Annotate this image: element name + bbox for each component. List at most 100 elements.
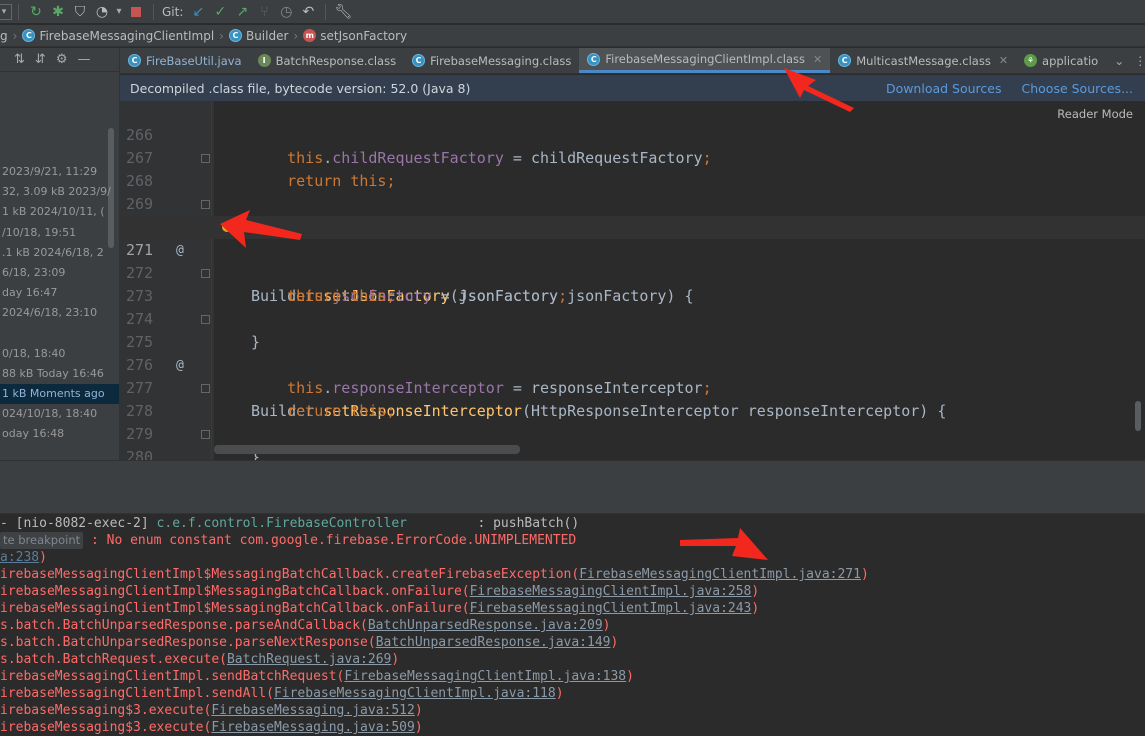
stack-frame-text: s.batch.BatchRequest.execute( [0, 652, 227, 667]
list-item[interactable]: 0/18, 18:40 [0, 344, 119, 364]
create-breakpoint-chip[interactable]: te breakpoint [0, 532, 84, 549]
download-sources-link[interactable]: Download Sources [886, 81, 1002, 96]
more-run-chevron-icon[interactable]: ▾ [113, 1, 125, 23]
project-panel-toolbar: ⇅ ⇵ ⚙ — [0, 48, 119, 72]
stack-frame-text: irebaseMessaging$3.execute( [0, 720, 212, 735]
fold-marker-icon[interactable] [201, 430, 210, 439]
toolbar-divider [325, 3, 327, 20]
decompiled-banner: Decompiled .class file, bytecode version… [120, 75, 1145, 101]
more-icon[interactable]: ⋮ [1134, 54, 1145, 68]
error-message: : No enum constant com.google.firebase.E… [83, 533, 577, 548]
list-item[interactable]: /10/18, 19:51 [0, 223, 119, 243]
list-item-selected[interactable]: 1 kB Moments ago [0, 384, 119, 405]
breadcrumb-separator: › [219, 28, 224, 43]
git-history-icon[interactable]: ◷ [275, 1, 297, 23]
stacktrace-link[interactable]: a:238 [0, 550, 39, 565]
code-line[interactable]: 269 [120, 170, 1145, 213]
stacktrace-link[interactable]: BatchUnparsedResponse.java:149 [376, 635, 611, 650]
code-line[interactable]: 280 @ FirebaseMessagingClientImpl build(… [120, 423, 1145, 460]
profile-icon[interactable]: ◔ [91, 1, 113, 23]
breadcrumb-item-package[interactable]: g [0, 29, 8, 43]
code-editor[interactable]: 266 this.childRequestFactory = childRequ… [120, 101, 1145, 460]
code-line[interactable]: 273 } [120, 262, 1145, 351]
breadcrumb-label: setJsonFactory [320, 28, 408, 43]
reader-mode-toggle[interactable]: Reader Mode [1057, 107, 1133, 121]
dropdown-icon[interactable]: ▾ [0, 3, 12, 20]
coverage-icon[interactable]: ⛉ [69, 1, 91, 23]
wrench-icon[interactable]: 🔧︎ [332, 1, 354, 23]
main-toolbar: ▾ ↻ ✱ ⛉ ◔ ▾ Git: ↙ ✓ ↗ ⑂ ◷ ↶ 🔧︎ [0, 0, 1145, 24]
list-item[interactable]: 32, 3.09 kB 2023/9/ [0, 182, 119, 202]
collapse-all-icon[interactable]: ⇵ [35, 52, 46, 67]
fold-marker-icon[interactable] [201, 154, 210, 163]
spring-icon: ⚘ [1024, 54, 1038, 67]
git-push-icon[interactable]: ↗ [231, 1, 253, 23]
class-icon: C [22, 29, 36, 42]
hide-panel-icon[interactable]: — [77, 52, 90, 67]
toolbar-divider [153, 3, 154, 20]
git-commit-icon[interactable]: ✓ [209, 1, 231, 23]
stacktrace-link[interactable]: BatchRequest.java:269 [227, 652, 391, 667]
chevron-down-icon[interactable]: ⌄ [1114, 54, 1124, 68]
fold-marker-icon[interactable] [201, 269, 210, 278]
git-merge-icon[interactable]: ⑂ [253, 1, 275, 23]
code-line[interactable]: 279 [120, 400, 1145, 443]
rerun-icon[interactable]: ↻ [25, 1, 47, 23]
stacktrace-link[interactable]: FirebaseMessaging.java:509 [211, 720, 415, 735]
expand-all-icon[interactable]: ⇅ [14, 52, 25, 67]
list-item[interactable]: 6/18, 23:09 [0, 263, 119, 283]
vertical-scrollbar[interactable] [1135, 401, 1141, 431]
stacktrace-link[interactable]: FirebaseMessaging.java:512 [211, 703, 415, 718]
code-line[interactable]: 278 } [120, 377, 1145, 460]
breadcrumb-item-inner-class[interactable]: C Builder [228, 29, 288, 43]
horizontal-scrollbar[interactable] [214, 445, 520, 454]
code-line[interactable]: 277 return this; [120, 354, 1145, 420]
code-line[interactable]: 275 @ Builder setResponseInterceptor(Htt… [120, 308, 1145, 420]
breadcrumb-item-class[interactable]: C FirebaseMessagingClientImpl [22, 29, 214, 43]
stacktrace-link[interactable]: FirebaseMessagingClientImpl.java:258 [470, 584, 752, 599]
tab-application[interactable]: ⚘ applicatio [1016, 48, 1106, 73]
code-line[interactable]: 276 this.responseInterceptor = responseI… [120, 331, 1145, 397]
tab-firebaseutil[interactable]: C FireBaseUtil.java [120, 48, 250, 73]
git-update-icon[interactable]: ↙ [187, 1, 209, 23]
code-line[interactable]: 268 } [120, 147, 1145, 236]
stacktrace-link[interactable]: FirebaseMessagingClientImpl.java:138 [344, 669, 626, 684]
list-item[interactable]: 2023/9/21, 11:29 [0, 162, 119, 182]
stacktrace-link[interactable]: FirebaseMessagingClientImpl.java:271 [579, 567, 861, 582]
breadcrumb: g › C FirebaseMessagingClientImpl › C Buil… [0, 25, 1145, 47]
fold-marker-icon[interactable] [201, 384, 210, 393]
interface-icon: I [257, 54, 271, 67]
project-panel: ⇅ ⇵ ⚙ — 2023/9/21, 11:29 32, 3.09 kB 202… [0, 48, 120, 460]
stack-frame: irebaseMessagingClientImpl$MessagingBatc… [0, 566, 869, 583]
list-item[interactable]: 2024/6/18, 23:10 [0, 303, 119, 323]
list-item[interactable]: 024/10/18, 18:40 [0, 404, 119, 424]
code-line[interactable]: 267 return this; [120, 124, 1145, 190]
fold-marker-icon[interactable] [201, 315, 210, 324]
choose-sources-link[interactable]: Choose Sources... [1022, 81, 1134, 96]
console-output[interactable]: - [nio-8082-exec-2] c.e.f.control.Fireba… [0, 514, 1145, 736]
stack-frame-suffix: ) [751, 601, 760, 616]
fold-marker-icon[interactable] [201, 200, 210, 209]
tab-firebasemessaging[interactable]: C FirebaseMessaging.class [404, 48, 579, 73]
debug-icon[interactable]: ✱ [47, 1, 69, 23]
breadcrumb-item-method[interactable]: m setJsonFactory [303, 29, 407, 43]
stacktrace-link[interactable]: FirebaseMessagingClientImpl.java:118 [274, 686, 556, 701]
gear-icon[interactable]: ⚙ [56, 52, 68, 67]
list-item[interactable]: 88 kB Today 16:46 [0, 364, 119, 384]
list-item[interactable] [0, 324, 119, 344]
stack-frame-suffix: ) [391, 652, 400, 667]
tab-batchresponse[interactable]: I BatchResponse.class [250, 48, 405, 73]
close-icon[interactable]: ✕ [999, 54, 1008, 67]
stack-frame-suffix: ) [602, 618, 611, 633]
stacktrace-link[interactable]: FirebaseMessagingClientImpl.java:243 [470, 601, 752, 616]
code-line[interactable]: 266 this.childRequestFactory = childRequ… [120, 101, 1145, 167]
git-rollback-icon[interactable]: ↶ [297, 1, 319, 23]
list-item[interactable]: 1 kB 2024/10/11, ( [0, 202, 119, 222]
list-item[interactable]: day 16:47 [0, 283, 119, 303]
list-item[interactable]: oday 16:48 [0, 424, 119, 444]
stop-icon[interactable] [125, 1, 147, 23]
list-item[interactable]: .1 kB 2024/6/18, 2 [0, 243, 119, 263]
code-line[interactable]: 274 [120, 285, 1145, 328]
stack-frame-suffix: ) [555, 686, 564, 701]
stacktrace-link[interactable]: BatchUnparsedResponse.java:209 [368, 618, 603, 633]
